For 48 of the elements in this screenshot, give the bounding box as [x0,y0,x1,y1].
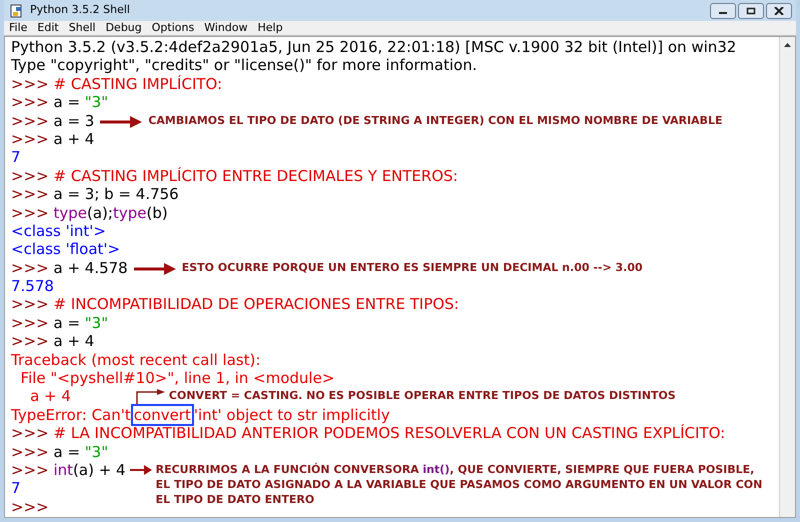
menu-item[interactable]: File [4,20,32,36]
code-line: >>> [11,498,49,516]
code-line: >>> # INCOMPATIBILIDAD DE OPERACIONES ENTRE TIPOS: [11,295,459,314]
code-line: >>> a = 3; b = 4.756 [11,185,179,204]
menu-item[interactable]: Edit [32,20,64,36]
code-line: 7 [11,479,21,498]
code-line: >>> a = "3" [11,442,108,461]
menu-item[interactable]: Shell [64,20,101,36]
minimize-button[interactable] [710,2,736,18]
code-line: 7 [11,148,21,167]
code-line: >>> int(a) + 4 [11,460,126,480]
annotation-text: RECURRIMOS A LA FUNCIÓN CONVERSORA int(), QUE CONVIERTE, SIEMPRE QUE FUERA POSIBLE, EL TIPO DE DATO ASIGNADO A LA VARIABLE QUE PASAMOS COMO ARGUMENTO EN UN VALOR CON EL TIPO DE DATO ENTERO [156,462,764,507]
arrow-icon [100,116,142,128]
code-line: 7.578 [11,277,54,296]
code-line: File "<pyshell#10>", line 1, in <module> [20,369,335,388]
maximize-icon [746,6,756,14]
code-line: a + 4 [29,387,71,406]
annotation-text: ESTO OCURRE PORQUE UN ENTERO ES SIEMPRE UN DECIMAL n.00 --> 3.00 [182,260,643,275]
code-line: <class 'int'> [11,222,106,240]
code-line: >>> a + 4 [11,130,94,148]
code-line: >>> a + 4 [11,332,94,351]
code-line: TypeError: Can't convert 'int' object to str implicitly [11,406,390,424]
menu-item[interactable]: Help [252,20,288,36]
code-line: >>> a + 4.578 [11,258,128,278]
code-line: >>> # CASTING IMPLÍCITO: [11,74,222,94]
annotation-text: CONVERT = CASTING. NO ES POSIBLE OPERAR ENTRE TIPOS DE DATOS DISTINTOS [168,388,676,404]
code-line: >>> # LA INCOMPATIBILIDAD ANTERIOR PODEMOS RESOLVERLA CON UN CASTING EXPLÍCITO: [11,424,726,443]
menu-item[interactable]: Window [199,20,253,36]
code-line: Traceback (most recent call last): [11,350,261,370]
close-icon [774,6,784,14]
code-line: Type "copyright", "credits" or "license()" for more information. [11,56,477,75]
maximize-button[interactable] [738,2,764,18]
code-line: Python 3.5.2 (v3.5.2:4def2a2901a5, Jun 25 2016, 22:01:18) [MSC v.1900 32 bit (Intel)] on win32 [11,38,736,56]
arrow-icon [130,464,152,475]
arrow-icon [134,389,165,406]
menu-item[interactable]: Options [146,20,200,36]
close-button[interactable] [766,2,792,18]
annotation-text: CAMBIAMOS EL TIPO DE DATO (DE STRING A INTEGER) CON EL MISMO NOMBRE DE VARIABLE [148,112,722,128]
window-title: Python 3.5.2 Shell [30,2,130,18]
code-line: >>> a = "3" [11,314,108,332]
code-line: >>> # CASTING IMPLÍCITO ENTRE DECIMALES Y ENTEROS: [11,166,458,186]
code-line: <class 'float'> [11,240,120,259]
code-line: >>> a = 3 [11,112,94,130]
python-icon [10,4,24,18]
code-line: >>> type(a);type(b) [11,204,168,222]
code-line: >>> a = "3" [11,93,108,112]
arrow-icon [134,262,176,275]
menu-item[interactable]: Debug [100,20,147,36]
